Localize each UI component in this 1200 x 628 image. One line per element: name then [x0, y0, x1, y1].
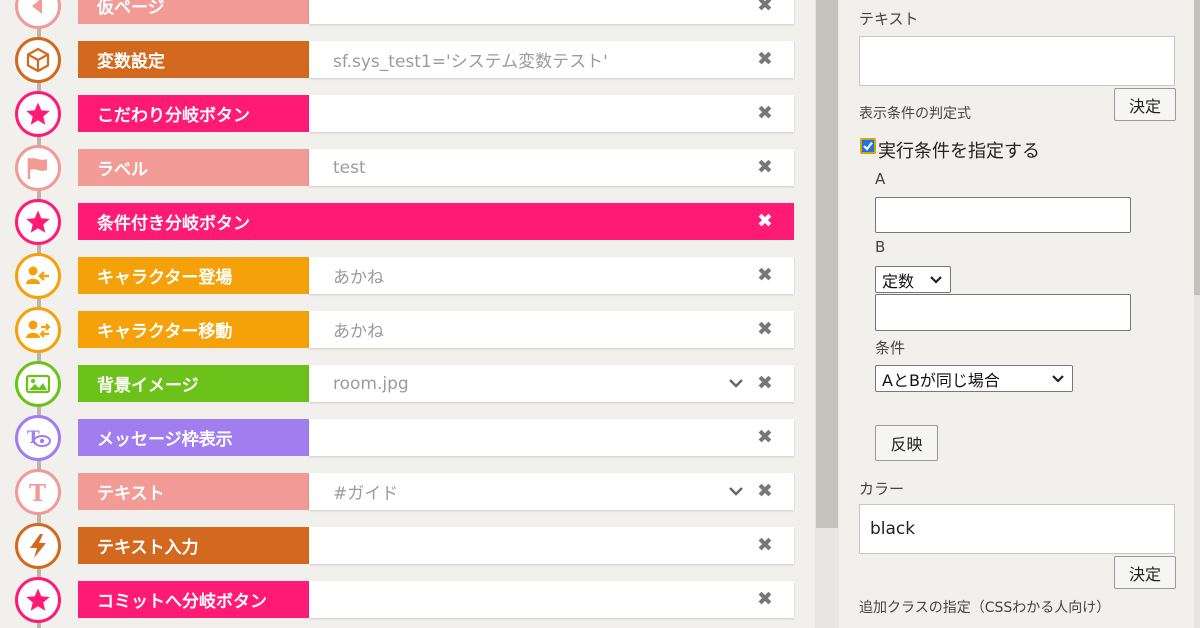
- tag-row[interactable]: T テキスト #ガイド ✖: [0, 465, 815, 519]
- tag-value-text: #ガイド: [333, 484, 399, 504]
- tag-row[interactable]: 背景イメージ room.jpg ✖: [0, 357, 815, 411]
- tag-value[interactable]: #ガイド ✖: [309, 473, 794, 510]
- panel-scrollbar-thumb[interactable]: [1194, 0, 1200, 295]
- chevron-down-icon: [729, 379, 743, 388]
- a-input[interactable]: [875, 197, 1131, 233]
- tag-value-text: room.jpg: [333, 373, 409, 394]
- eye-text-icon: T: [15, 415, 61, 461]
- delete-icon[interactable]: ✖: [756, 0, 774, 14]
- delete-icon[interactable]: ✖: [756, 103, 774, 122]
- star-icon: [15, 199, 61, 245]
- condition-select[interactable]: AとBが同じ場合: [875, 365, 1073, 392]
- tag-label[interactable]: 変数設定: [78, 41, 309, 78]
- tag-label[interactable]: ラベル: [78, 149, 309, 186]
- tag-row[interactable]: ラベル test ✖: [0, 141, 815, 195]
- b-label: B: [875, 238, 886, 256]
- text-t-icon: T: [15, 469, 61, 515]
- tag-label[interactable]: テキスト: [78, 473, 309, 510]
- text-field[interactable]: [859, 36, 1175, 86]
- tag-value-text: あかね: [333, 268, 384, 288]
- check-icon: [863, 141, 873, 151]
- tag-label[interactable]: コミットへ分岐ボタン: [78, 581, 309, 618]
- color-label: カラー: [859, 480, 905, 498]
- tag-value-text: sf.sys_test1='システム変数テスト': [333, 52, 608, 72]
- delete-icon[interactable]: ✖: [756, 157, 774, 176]
- chevron-down-icon: [930, 276, 942, 284]
- tag-label[interactable]: 条件付き分岐ボタン ✖: [78, 203, 794, 240]
- extra-class-label: 追加クラスの指定（CSSわかる人向け）: [859, 600, 1111, 616]
- tag-row[interactable]: こだわり分岐ボタン ✖: [0, 87, 815, 141]
- b-type-select[interactable]: 定数: [875, 266, 951, 293]
- tag-label[interactable]: テキスト入力: [78, 527, 309, 564]
- tag-value[interactable]: ✖: [309, 95, 794, 132]
- tag-list: 仮ページ ✖ 変数設定 sf.sys_test1='システム変数テスト' ✖ こだわり分岐…: [0, 0, 815, 628]
- cube-icon: [15, 37, 61, 83]
- tag-row[interactable]: T メッセージ枠表示 ✖: [0, 411, 815, 465]
- tag-value[interactable]: ✖: [309, 419, 794, 456]
- text-decide-button[interactable]: 決定: [1114, 88, 1176, 121]
- delete-icon[interactable]: ✖: [756, 211, 774, 230]
- tag-label[interactable]: 背景イメージ: [78, 365, 309, 402]
- tag-value[interactable]: room.jpg ✖: [309, 365, 794, 402]
- back-arrow-icon: [15, 0, 61, 29]
- a-label: A: [875, 170, 886, 188]
- delete-icon[interactable]: ✖: [756, 589, 774, 608]
- delete-icon[interactable]: ✖: [756, 535, 774, 554]
- dropdown-toggle[interactable]: [726, 482, 746, 500]
- chevron-down-icon: [729, 487, 743, 496]
- star-icon: [15, 577, 61, 623]
- b-input[interactable]: [875, 294, 1131, 331]
- tag-row[interactable]: キャラクター移動 あかね ✖: [0, 303, 815, 357]
- tag-row[interactable]: 条件付き分岐ボタン ✖: [0, 195, 815, 249]
- delete-icon[interactable]: ✖: [756, 265, 774, 284]
- tag-label[interactable]: こだわり分岐ボタン: [78, 95, 309, 132]
- image-icon: [15, 361, 61, 407]
- scrollbar-thumb[interactable]: [816, 0, 838, 528]
- tag-row[interactable]: 仮ページ ✖: [0, 0, 815, 33]
- character-move-icon: [15, 307, 61, 353]
- delete-icon[interactable]: ✖: [756, 427, 774, 446]
- svg-text:T: T: [29, 480, 46, 506]
- tag-label[interactable]: 仮ページ: [78, 0, 309, 24]
- tag-value[interactable]: ✖: [309, 527, 794, 564]
- tag-value[interactable]: あかね ✖: [309, 311, 794, 348]
- tag-row[interactable]: コミットへ分岐ボタン ✖: [0, 573, 815, 627]
- exec-condition-checkbox-label[interactable]: 実行条件を指定する: [878, 137, 1040, 163]
- dropdown-toggle[interactable]: [726, 374, 746, 392]
- color-decide-button[interactable]: 決定: [1114, 556, 1176, 589]
- delete-icon[interactable]: ✖: [756, 481, 774, 500]
- tag-row[interactable]: テキスト入力 ✖: [0, 519, 815, 573]
- flag-icon: [15, 145, 61, 191]
- tag-value[interactable]: あかね ✖: [309, 257, 794, 294]
- star-icon: [15, 91, 61, 137]
- tag-label[interactable]: キャラクター登場: [78, 257, 309, 294]
- tag-list-scrollbar[interactable]: [815, 0, 839, 628]
- tag-value-text: あかね: [333, 322, 384, 342]
- delete-icon[interactable]: ✖: [756, 319, 774, 338]
- panel-scrollbar[interactable]: [1194, 0, 1200, 628]
- color-field[interactable]: black: [859, 504, 1175, 554]
- tag-row[interactable]: キャラクター登場 あかね ✖: [0, 249, 815, 303]
- lightning-icon: [15, 523, 61, 569]
- tag-row[interactable]: 変数設定 sf.sys_test1='システム変数テスト' ✖: [0, 33, 815, 87]
- tag-value[interactable]: sf.sys_test1='システム変数テスト' ✖: [309, 41, 794, 78]
- display-condition-label: 表示条件の判定式: [859, 106, 971, 122]
- condition-label: 条件: [875, 339, 906, 357]
- tag-value-text: test: [333, 157, 366, 178]
- chevron-down-icon: [1052, 375, 1064, 383]
- delete-icon[interactable]: ✖: [756, 49, 774, 68]
- apply-button[interactable]: 反映: [875, 425, 938, 461]
- tag-value[interactable]: ✖: [309, 581, 794, 618]
- character-enter-icon: [15, 253, 61, 299]
- tag-value[interactable]: ✖: [309, 0, 794, 24]
- text-field-label: テキスト: [859, 10, 919, 28]
- delete-icon[interactable]: ✖: [756, 373, 774, 392]
- tag-label[interactable]: キャラクター移動: [78, 311, 309, 348]
- tag-value[interactable]: test ✖: [309, 149, 794, 186]
- tag-label[interactable]: メッセージ枠表示: [78, 419, 309, 456]
- exec-condition-checkbox[interactable]: [860, 138, 876, 154]
- property-panel: テキスト 決定 表示条件の判定式 実行条件を指定する A B 定数 条件 AとB…: [839, 0, 1200, 628]
